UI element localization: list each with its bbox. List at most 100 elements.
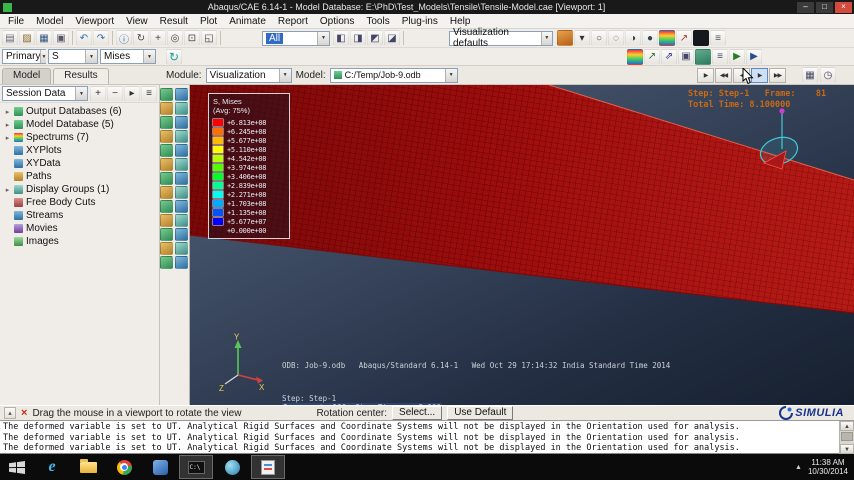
contour-options-icon[interactable]: [160, 144, 173, 157]
prompt-history-icon[interactable]: ▴: [4, 407, 16, 419]
free-body-cut-manager-icon[interactable]: [175, 256, 188, 269]
color-code-bucket-icon[interactable]: [557, 30, 573, 46]
common-plot-options-icon[interactable]: [160, 130, 173, 143]
plot-deformed-shape-icon[interactable]: [175, 88, 188, 101]
viewport[interactable]: S, Mises (Avg: 75%) +6.813e+08 +6.245e+08…: [190, 85, 854, 405]
create-xy-data-icon[interactable]: [160, 228, 173, 241]
plot-contours-on-undeformed-icon[interactable]: [175, 102, 188, 115]
replace-displayed-icon[interactable]: ◧: [333, 30, 349, 46]
tray-chevron-icon[interactable]: ▲: [795, 464, 802, 471]
vector-plot-icon[interactable]: ↗: [644, 48, 660, 65]
animation-options-icon[interactable]: ▦: [802, 67, 818, 83]
symbol-options-icon[interactable]: [175, 144, 188, 157]
field-output-icon[interactable]: [160, 256, 173, 269]
render-wireframe-icon[interactable]: ○: [591, 30, 607, 46]
minimize-button[interactable]: –: [797, 1, 814, 13]
scroll-down-icon[interactable]: ▼: [840, 444, 854, 454]
module-combo[interactable]: Visualization ▼: [205, 67, 292, 83]
tree-item-xydata[interactable]: XYData: [0, 157, 159, 170]
3d-compass[interactable]: [750, 107, 812, 187]
magnify-view-icon[interactable]: ◎: [167, 30, 183, 46]
field-output-dialog-icon[interactable]: [695, 48, 711, 65]
animate-time-history-icon[interactable]: [160, 172, 173, 185]
start-button[interactable]: [0, 454, 34, 480]
pan-view-icon[interactable]: +: [150, 30, 166, 46]
scrollbar-thumb[interactable]: [841, 432, 853, 441]
internet-explorer-icon[interactable]: e: [35, 455, 69, 479]
menu-result[interactable]: Result: [154, 16, 194, 27]
tab-results[interactable]: Results: [53, 68, 109, 84]
rotate-view-icon[interactable]: ↻: [133, 30, 149, 46]
xy-data-manager-icon[interactable]: [175, 228, 188, 241]
primary-variable-combo[interactable]: Primary ▼: [2, 49, 47, 64]
last-frame-button[interactable]: ▶▶: [769, 67, 786, 83]
redo-icon[interactable]: ↷: [93, 30, 109, 46]
box-zoom-view-icon[interactable]: ⊡: [184, 30, 200, 46]
field-output-combo[interactable]: S ▼: [48, 49, 98, 64]
animate-scale-factor-icon[interactable]: [175, 158, 188, 171]
animate-harmonic-icon[interactable]: [175, 172, 188, 185]
file-explorer-icon[interactable]: [71, 455, 105, 479]
menu-view[interactable]: View: [120, 16, 154, 27]
menu-file[interactable]: File: [2, 16, 30, 27]
menu-tools[interactable]: Tools: [360, 16, 395, 27]
display-group-combo[interactable]: All ▼: [262, 30, 330, 46]
tree-create-icon[interactable]: +: [90, 85, 106, 102]
new-model-database-icon[interactable]: ▤: [2, 30, 18, 46]
color-code-mode-icon[interactable]: ▾: [574, 30, 590, 46]
frame-selector-icon[interactable]: ◷: [820, 67, 836, 83]
menu-viewport[interactable]: Viewport: [69, 16, 120, 27]
chrome-icon[interactable]: [107, 455, 141, 479]
invariant-combo[interactable]: Mises ▼: [100, 49, 156, 64]
tree-edit-icon[interactable]: −: [107, 85, 123, 102]
open-database-icon[interactable]: ▨: [19, 30, 35, 46]
tree-item-model-database[interactable]: ▸ Model Database (5): [0, 118, 159, 131]
multiple-plot-states-icon[interactable]: ▣: [678, 48, 694, 65]
remove-displayed-icon[interactable]: ◩: [367, 30, 383, 46]
plot-contours-icon[interactable]: [659, 30, 675, 46]
menu-plot[interactable]: Plot: [194, 16, 223, 27]
query-information-icon[interactable]: ⓘ: [116, 30, 132, 46]
abaqus-command-icon[interactable]: [215, 455, 249, 479]
superimpose-options-icon[interactable]: [175, 130, 188, 143]
file-manager-icon[interactable]: [251, 455, 285, 479]
model-combo[interactable]: C:/Temp/Job-9.odb ▼: [329, 67, 458, 83]
message-scrollbar[interactable]: ▲ ▼: [839, 421, 854, 454]
tree-item-spectrums[interactable]: ▸ Spectrums (7): [0, 131, 159, 144]
print-icon[interactable]: ▣: [53, 30, 69, 46]
expand-arrow-icon[interactable]: ▸: [4, 121, 11, 129]
display-group-manager-icon[interactable]: [175, 214, 188, 227]
menu-plugins[interactable]: Plug-ins: [396, 16, 444, 27]
tree-expand-icon[interactable]: ▸: [124, 85, 140, 102]
tree-item-images[interactable]: Images: [0, 235, 159, 248]
activate-view-cut-icon[interactable]: [175, 200, 188, 213]
expand-arrow-icon[interactable]: ▸: [4, 134, 11, 142]
expand-arrow-icon[interactable]: ▸: [4, 108, 11, 116]
group-query-icon[interactable]: ◪: [384, 30, 400, 46]
plot-symbols-icon[interactable]: [160, 116, 173, 129]
menu-model[interactable]: Model: [30, 16, 69, 27]
tree-options-icon[interactable]: ≡: [141, 85, 157, 102]
auto-fit-view-icon[interactable]: ◱: [201, 30, 217, 46]
tree-item-xyplots[interactable]: XYPlots: [0, 144, 159, 157]
plot-contours-on-deformed-icon[interactable]: [160, 102, 173, 115]
add-displayed-icon[interactable]: ◨: [350, 30, 366, 46]
path-manager-icon[interactable]: [175, 242, 188, 255]
contour-type-icon[interactable]: [627, 48, 643, 65]
undo-icon[interactable]: ↶: [76, 30, 92, 46]
menu-help[interactable]: Help: [444, 16, 477, 27]
first-frame-button[interactable]: ◀◀: [715, 67, 732, 83]
tree-item-paths[interactable]: Paths: [0, 170, 159, 183]
create-display-group-icon[interactable]: [160, 214, 173, 227]
render-hidden-icon[interactable]: ◌: [608, 30, 624, 46]
refresh-odb-icon[interactable]: ↻: [166, 48, 182, 65]
tree-item-display-groups[interactable]: ▸ Display Groups (1): [0, 183, 159, 196]
save-display-icon[interactable]: ▦: [36, 30, 52, 46]
tree-item-output-databases[interactable]: ▸ Output Databases (6): [0, 105, 159, 118]
play-button[interactable]: ▶: [697, 67, 714, 83]
tree-item-streams[interactable]: Streams: [0, 209, 159, 222]
animation-options-icon[interactable]: [160, 186, 173, 199]
animate-history-icon[interactable]: ▶: [746, 48, 762, 65]
tab-model[interactable]: Model: [2, 68, 52, 84]
animate-scale-icon[interactable]: ▶: [729, 48, 745, 65]
